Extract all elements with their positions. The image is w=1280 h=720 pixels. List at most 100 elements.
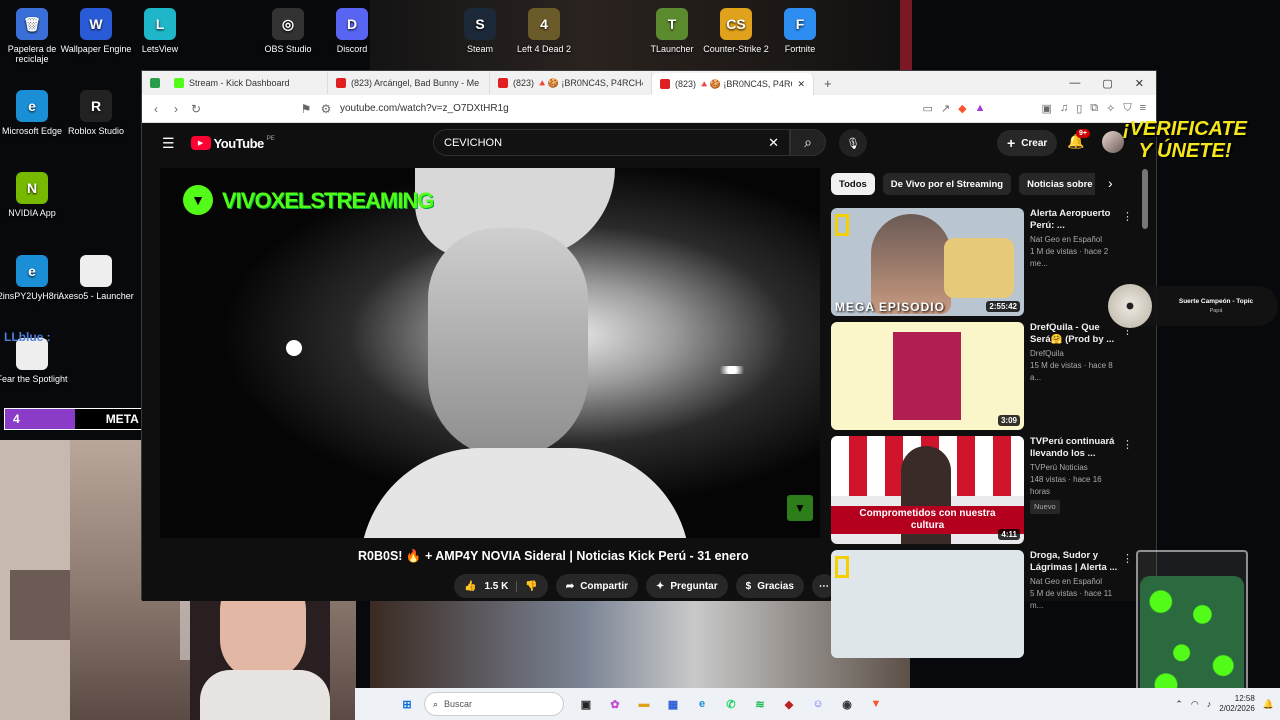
share-button[interactable]: ➦ Compartir	[555, 574, 638, 598]
desktop-icon[interactable]: N NVIDIA App	[0, 172, 72, 218]
share-icon[interactable]: ↗	[941, 102, 950, 115]
music-icon[interactable]: ♫	[1060, 102, 1068, 115]
browser-tab[interactable]: (823) 🔺🍪 ¡BR0NC4S, P4RC... ✕	[652, 73, 814, 95]
bookmark-icon[interactable]: ⚑	[296, 102, 316, 116]
taskbar-search[interactable]: ⌕ Buscar	[424, 692, 564, 716]
filter-chip[interactable]: Todos	[831, 173, 875, 195]
clock-time[interactable]: 12:58	[1219, 694, 1255, 704]
network-icon[interactable]: ◠	[1191, 699, 1199, 710]
hamburger-icon[interactable]: ☰	[162, 135, 175, 152]
notifications-tray-icon[interactable]: 🔔	[1263, 699, 1274, 710]
new-tab-button[interactable]: +	[824, 76, 832, 91]
channel-name[interactable]: TVPerú Noticias	[1030, 462, 1122, 474]
tab-label: (823) 🔺🍪 ¡BR0NC4S, P4RC...	[675, 78, 793, 89]
search-button[interactable]: ⌕	[790, 129, 826, 156]
browser-tab[interactable]: Stream - Kick Dashboard	[166, 72, 328, 94]
video-thumbnail[interactable]: Comprometidos con nuestra cultura 4:11	[831, 436, 1024, 544]
video-player[interactable]: ▼ VIVOXELSTREAMING ▼	[160, 168, 820, 538]
recommended-video[interactable]: Comprometidos con nuestra cultura 4:11 TV…	[831, 436, 1141, 544]
clock-date[interactable]: 2/02/2026	[1219, 704, 1255, 714]
video-title-link[interactable]: TVPerú continuará llevando los ...	[1030, 436, 1122, 460]
desktop-icon[interactable]: D Discord	[312, 8, 392, 54]
notifications-button[interactable]: 🔔 9+	[1067, 129, 1090, 150]
task-view-icon[interactable]: ▣	[574, 692, 598, 716]
filter-chip[interactable]: Noticias sobre polí	[1019, 173, 1095, 195]
dota-icon[interactable]: ◆	[777, 692, 801, 716]
search-value: CEVICHON	[444, 136, 503, 149]
desktop-icon[interactable]: Fear the Spotlight	[0, 338, 72, 384]
search-input[interactable]: CEVICHON ✕	[433, 129, 790, 156]
recommended-video[interactable]: MEGA EPISODIO 2:55:42 Alerta Aeropuerto P…	[831, 208, 1141, 316]
obs-taskbar-icon[interactable]: ◉	[835, 692, 859, 716]
downloads-icon[interactable]: ⧉	[1090, 102, 1098, 115]
dislike-icon[interactable]: 👎	[516, 580, 538, 592]
desktop-icon[interactable]: F Fortnite	[760, 8, 840, 54]
forward-icon[interactable]: ›	[166, 102, 186, 116]
channel-name[interactable]: Nat Geo en Español	[1030, 234, 1122, 246]
site-info-icon[interactable]: ⚙	[316, 102, 336, 116]
desktop-icon[interactable]: R Roblox Studio	[56, 90, 136, 136]
workspace-icon[interactable]	[150, 78, 160, 88]
recommended-video[interactable]: Droga, Sudor y Lágrimas | Alerta ... Nat…	[831, 550, 1141, 658]
volume-icon[interactable]: ♪	[1207, 699, 1212, 709]
more-vert-icon[interactable]: ⋮	[1122, 210, 1133, 223]
more-vert-icon[interactable]: ⋮	[1122, 552, 1133, 565]
screen-cast-icon[interactable]: ▭	[923, 102, 933, 115]
minimize-icon[interactable]: —	[1069, 77, 1080, 90]
video-thumbnail[interactable]: 3:09	[831, 322, 1024, 430]
back-icon[interactable]: ‹	[146, 102, 166, 116]
app-icon: T	[656, 8, 688, 40]
video-overlay-text: VIVOXELSTREAMING	[222, 188, 434, 213]
copilot-icon[interactable]: ✿	[603, 692, 627, 716]
create-button[interactable]: + Crear	[997, 130, 1058, 156]
leo-icon[interactable]: ✧	[1106, 102, 1115, 115]
vpn-icon[interactable]: ⛉	[1123, 102, 1131, 115]
desktop-icon[interactable]: L LetsView	[120, 8, 200, 54]
brave-shield-icon[interactable]: ◆	[958, 102, 966, 115]
scrollbar[interactable]	[1142, 169, 1148, 229]
video-thumbnail[interactable]	[831, 550, 1024, 658]
video-thumbnail[interactable]: MEGA EPISODIO 2:55:42	[831, 208, 1024, 316]
video-title-link[interactable]: DrefQuila - Que Será🤗 (Prod by ...	[1030, 322, 1122, 346]
whatsapp-icon[interactable]: ✆	[719, 692, 743, 716]
desktop-icon[interactable]: 4 Left 4 Dead 2	[504, 8, 584, 54]
more-vert-icon[interactable]: ⋮	[1122, 438, 1133, 451]
file-explorer-icon[interactable]: ▬	[632, 692, 656, 716]
store-icon[interactable]: ▦	[661, 692, 685, 716]
channel-name[interactable]: Nat Geo en Español	[1030, 576, 1122, 588]
chips-next-icon[interactable]: ›	[1108, 175, 1113, 191]
sidebar-icon[interactable]: ▯	[1076, 102, 1082, 115]
filter-chip[interactable]: De Vivo por el Streaming	[882, 173, 1012, 195]
spotify-icon[interactable]: ≋	[748, 692, 772, 716]
thanks-button[interactable]: $ Gracias	[735, 574, 804, 598]
brave-rewards-icon[interactable]: ▲	[975, 102, 986, 115]
maximize-icon[interactable]: ▢	[1102, 77, 1112, 90]
url-field[interactable]: youtube.com/watch?v=z_O7DXtHR1g	[340, 103, 509, 114]
goal-current: 4	[13, 412, 20, 426]
channel-name[interactable]: DrefQuila	[1030, 348, 1122, 360]
recommended-video[interactable]: 3:09 DrefQuila - Que Será🤗 (Prod by ... …	[831, 322, 1141, 430]
desktop-icon[interactable]: Axeso5 - Launcher	[56, 255, 136, 301]
discord-taskbar-icon[interactable]: ☺	[806, 692, 830, 716]
desktop-icon-label: Fortnite	[784, 44, 816, 54]
like-button[interactable]: 👍 1.5 K 👎	[454, 574, 548, 598]
reload-icon[interactable]: ↻	[186, 102, 206, 116]
voice-search-button[interactable]: 🎙	[839, 129, 867, 157]
clear-search-icon[interactable]: ✕	[768, 135, 779, 151]
wallet-icon[interactable]: ▣	[1042, 102, 1052, 115]
tray-overflow-icon[interactable]: ⌃	[1175, 699, 1183, 710]
close-window-icon[interactable]: ✕	[1135, 77, 1144, 90]
close-tab-icon[interactable]: ✕	[797, 79, 805, 90]
menu-icon[interactable]: ≡	[1140, 102, 1146, 115]
channel-watermark-icon[interactable]: ▼	[787, 495, 813, 521]
ask-button[interactable]: ✦ Preguntar	[646, 574, 728, 598]
video-title-link[interactable]: Droga, Sudor y Lágrimas | Alerta ...	[1030, 550, 1122, 574]
brave-taskbar-icon[interactable]: ▼	[864, 692, 888, 716]
youtube-play-icon: ▶	[190, 136, 211, 150]
video-title-link[interactable]: Alerta Aeropuerto Perú: ...	[1030, 208, 1122, 232]
youtube-logo[interactable]: ▶ YouTube PE	[190, 136, 275, 151]
start-button[interactable]: ⊞	[395, 692, 419, 716]
edge-taskbar-icon[interactable]: e	[690, 692, 714, 716]
browser-tab[interactable]: (823) 🔺🍪 ¡BR0NC4S, P4RCH4DAS...	[490, 72, 652, 94]
browser-tab[interactable]: (823) Arcángel, Bad Bunny - Me Aco...	[328, 72, 490, 94]
